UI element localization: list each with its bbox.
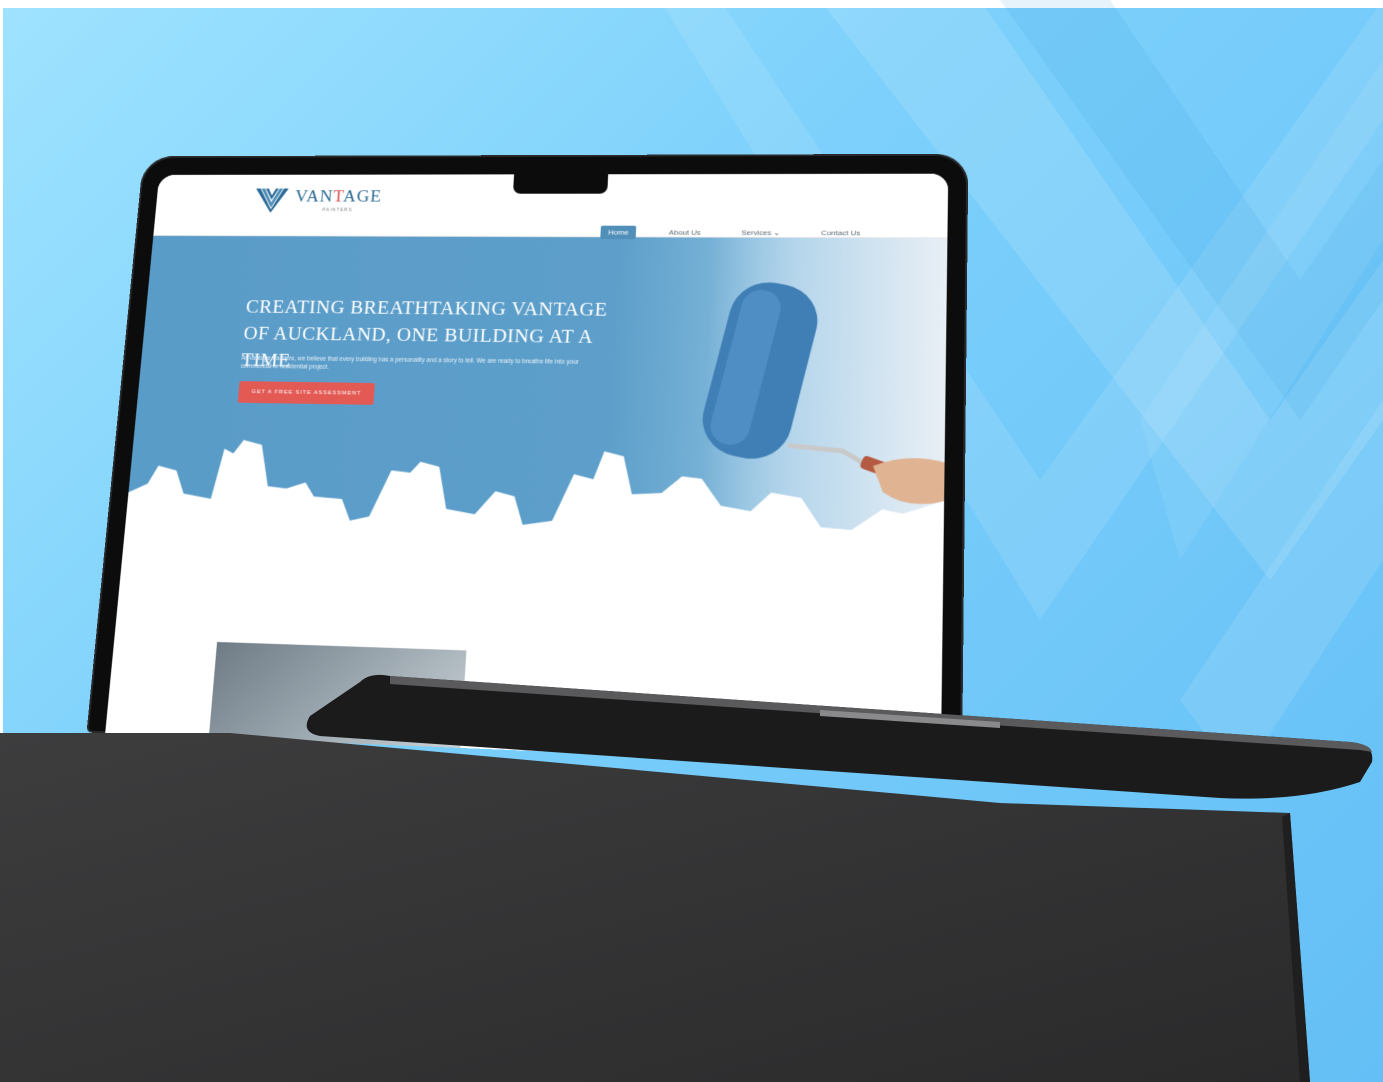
hero-section: CREATING BREATHTAKING VANTAGE OF AUCKLAN…: [120, 235, 948, 609]
painted-skyline-graphic: [120, 429, 945, 609]
nav-home[interactable]: Home: [600, 226, 636, 240]
mockup-scene: VANTAGE PAINTERS Home About Us Services …: [0, 0, 1383, 1082]
concrete-pedestal: [0, 733, 1383, 1082]
logo-subtitle: PAINTERS: [322, 207, 352, 212]
nav-about-us[interactable]: About Us: [661, 226, 709, 240]
site-logo[interactable]: VANTAGE PAINTERS: [254, 187, 382, 213]
nav-services[interactable]: Services ⌄: [733, 226, 788, 240]
vantage-logo-icon: [254, 187, 289, 213]
camera-notch: [513, 174, 608, 193]
nav-contact-us[interactable]: Contact Us: [813, 226, 868, 240]
logo-text: VANTAGE PAINTERS: [294, 187, 383, 212]
logo-wordmark: VANTAGE: [294, 187, 382, 206]
free-site-assessment-button[interactable]: GET A FREE SITE ASSESSMENT: [238, 381, 375, 405]
main-nav: Home About Us Services ⌄ Contact Us: [600, 226, 868, 240]
